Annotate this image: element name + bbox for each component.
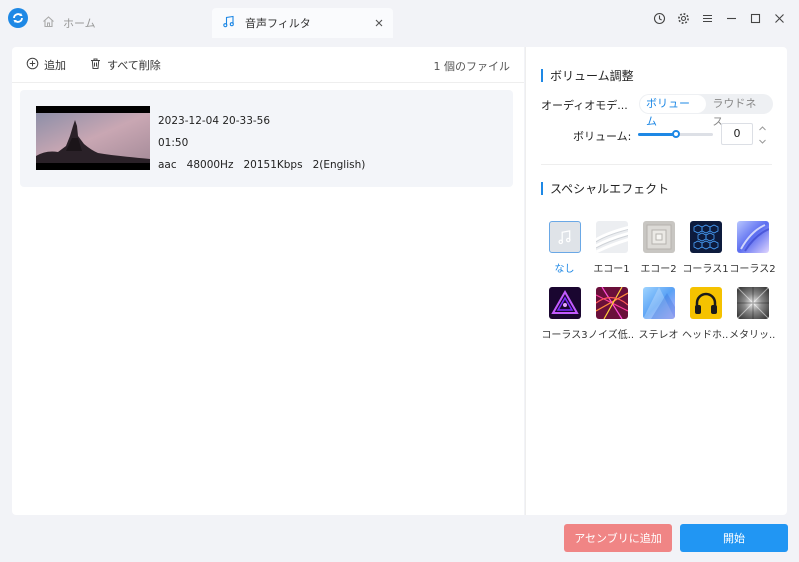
- tab-home-label: ホーム: [63, 17, 96, 30]
- settings-panel: ボリューム調整 オーディオモデ... ボリューム ラウドネス ボリューム: 0 …: [525, 47, 787, 515]
- chorus3-icon: [548, 287, 581, 319]
- effect-chorus2[interactable]: コーラス2: [729, 221, 776, 275]
- effect-stereo-label: ステレオ: [638, 330, 679, 341]
- tab-audio-filter-label: 音声フィルタ: [245, 17, 311, 30]
- section-divider: [541, 164, 772, 165]
- tab-home[interactable]: ホーム: [42, 8, 96, 38]
- volume-slider-handle[interactable]: [672, 130, 680, 138]
- audio-mode-row: オーディオモデ... ボリューム ラウドネス: [541, 94, 773, 128]
- effect-metallic-label: メタリッ...: [729, 330, 776, 341]
- window-controls: [651, 10, 787, 26]
- file-duration: 01:50: [158, 137, 189, 149]
- stereo-icon: [642, 287, 675, 319]
- volume-row: ボリューム: 0: [541, 123, 773, 147]
- echo2-icon: [642, 221, 675, 253]
- menu-icon[interactable]: [699, 10, 715, 26]
- clear-all-button[interactable]: すべて削除: [89, 57, 161, 73]
- audio-mode-label: オーディオモデ...: [541, 99, 628, 112]
- file-name: 2023-12-04 20-33-56: [158, 115, 271, 127]
- file-toolbar: 追加 すべて削除 1 個のファイル: [12, 47, 524, 83]
- file-info: 2023-12-04 20-33-56 01:50 aac 48000Hz 20…: [158, 110, 365, 176]
- chorus1-icon: [689, 221, 722, 253]
- start-button[interactable]: 開始: [680, 524, 788, 552]
- title-bar: ホーム 音声フィルタ: [0, 0, 799, 38]
- file-audio-info: aac 48000Hz 20151Kbps 2(English): [158, 159, 366, 171]
- chorus2-icon: [736, 221, 769, 253]
- music-note-icon: [222, 15, 235, 31]
- music-note-icon: [548, 221, 581, 253]
- noise-reduction-icon: [595, 287, 628, 319]
- echo1-icon: [595, 221, 628, 253]
- plus-circle-icon: [26, 57, 39, 73]
- effect-chorus1[interactable]: コーラス1: [682, 221, 729, 275]
- effects-section-title: スペシャルエフェクト: [541, 180, 669, 197]
- gear-icon[interactable]: [675, 10, 691, 26]
- mode-option-loudness[interactable]: ラウドネス: [706, 95, 773, 128]
- clear-all-label: すべて削除: [107, 59, 161, 72]
- minimize-icon[interactable]: [723, 10, 739, 26]
- history-icon[interactable]: [651, 10, 667, 26]
- effect-chorus3[interactable]: コーラス3: [541, 287, 588, 341]
- close-window-icon[interactable]: [771, 10, 787, 26]
- chevron-up-icon[interactable]: [758, 123, 767, 136]
- volume-label: ボリューム:: [573, 130, 632, 143]
- effect-echo2[interactable]: エコー2: [635, 221, 682, 275]
- tab-audio-filter[interactable]: 音声フィルタ: [212, 8, 393, 38]
- effect-echo1[interactable]: エコー1: [588, 221, 635, 275]
- volume-stepper: [755, 123, 769, 145]
- volume-input[interactable]: 0: [721, 123, 753, 145]
- volume-section-title: ボリューム調整: [541, 67, 634, 84]
- add-file-button[interactable]: 追加: [26, 57, 66, 73]
- volume-slider-fill: [638, 133, 676, 136]
- effect-metallic[interactable]: メタリッ...: [729, 287, 776, 341]
- close-tab-icon[interactable]: [373, 17, 385, 29]
- chevron-down-icon[interactable]: [758, 136, 767, 149]
- app-logo-icon: [8, 8, 28, 28]
- add-file-label: 追加: [44, 59, 66, 72]
- effect-headphone[interactable]: ヘッドホ...: [682, 287, 729, 341]
- add-to-assembly-button[interactable]: アセンブリに追加: [564, 524, 672, 552]
- effect-echo2-label: エコー2: [640, 264, 677, 275]
- home-icon: [42, 15, 55, 31]
- effect-chorus3-label: コーラス3: [541, 330, 588, 341]
- effect-stereo[interactable]: ステレオ: [635, 287, 682, 341]
- file-list-panel: 追加 すべて削除 1 個のファイル 2023-12-04 20-33-56 01…: [12, 47, 524, 515]
- trash-icon: [89, 57, 102, 73]
- file-count: 1 個のファイル: [433, 60, 511, 73]
- effect-headphone-label: ヘッドホ...: [682, 330, 729, 341]
- effect-echo1-label: エコー1: [593, 264, 630, 275]
- metallic-icon: [736, 287, 769, 319]
- headphone-icon: [689, 287, 722, 319]
- volume-slider[interactable]: [638, 130, 713, 138]
- effect-noise-reduction[interactable]: ノイズ低...: [588, 287, 635, 341]
- mode-option-volume[interactable]: ボリューム: [640, 95, 707, 128]
- effect-chorus1-label: コーラス1: [682, 264, 729, 275]
- video-thumbnail: [36, 106, 150, 170]
- effect-chorus2-label: コーラス2: [729, 264, 776, 275]
- effect-none-label: なし: [554, 264, 575, 275]
- effect-noise-reduction-label: ノイズ低...: [588, 330, 635, 341]
- maximize-icon[interactable]: [747, 10, 763, 26]
- effect-none[interactable]: なし: [541, 221, 588, 275]
- audio-mode-toggle: ボリューム ラウドネス: [639, 94, 773, 128]
- file-item[interactable]: 2023-12-04 20-33-56 01:50 aac 48000Hz 20…: [20, 90, 513, 187]
